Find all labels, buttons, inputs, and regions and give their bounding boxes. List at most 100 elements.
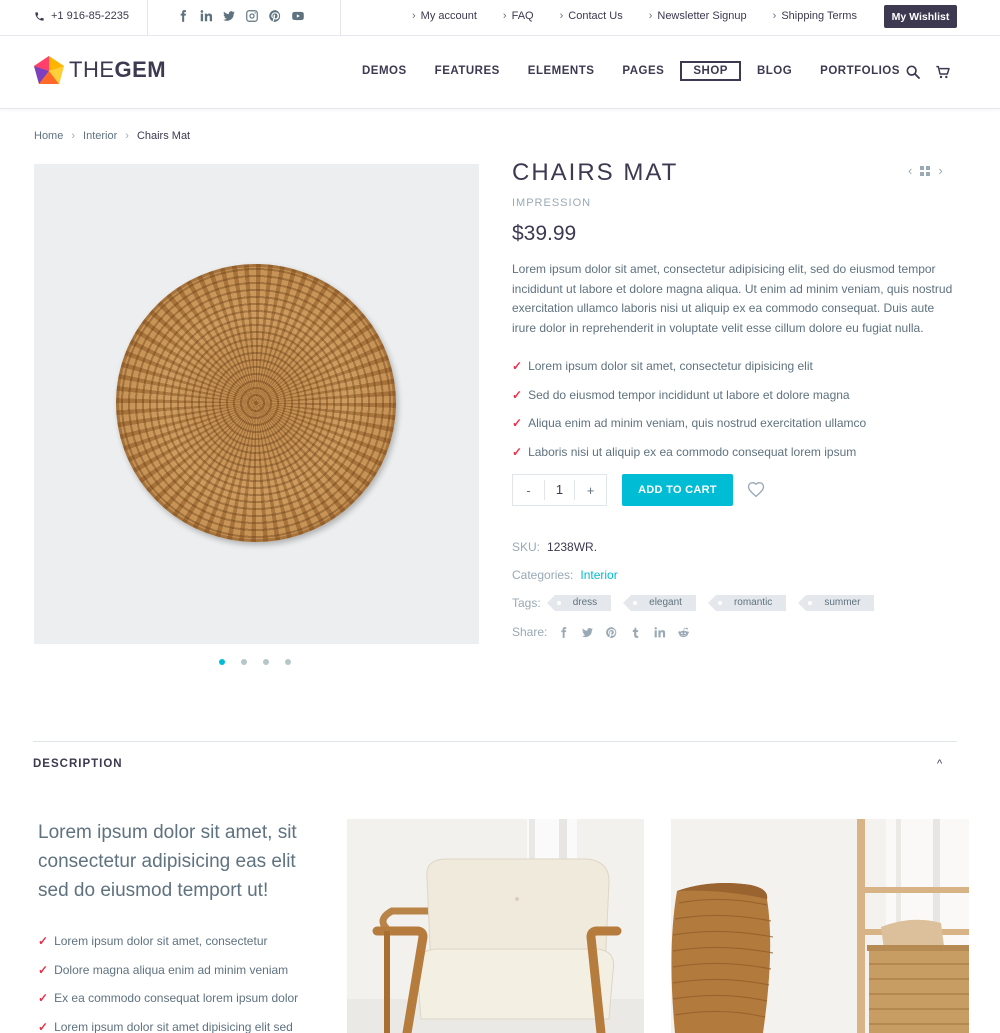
product-gallery[interactable] — [34, 164, 479, 644]
product-image-chairs-mat — [116, 264, 396, 542]
tag-dress[interactable]: dress — [546, 595, 612, 611]
check-icon: ✓ — [38, 934, 49, 949]
description-list: ✓ Lorem ipsum dolor sit amet, consectetur… — [38, 927, 298, 1033]
list-item: ✓ Sed do eiusmod tempor incididunt ut lab… — [512, 387, 850, 402]
logo-gem-icon — [34, 56, 64, 84]
facebook-icon[interactable] — [557, 626, 570, 639]
youtube-icon[interactable] — [291, 9, 305, 23]
check-icon: ✓ — [38, 991, 49, 1006]
main-nav: DEMOS FEATURES ELEMENTS PAGES SHOP BLOG … — [350, 61, 916, 81]
list-item: ✓ Dolore magna aliqua enim ad minim venia… — [38, 962, 289, 977]
breadcrumb-interior[interactable]: Interior — [83, 130, 117, 142]
reddit-icon[interactable] — [677, 626, 690, 639]
sku-label: SKU: — [512, 540, 541, 554]
chevron-right-icon: › — [502, 10, 507, 22]
sku-value: 1238WR. — [547, 540, 598, 554]
chevron-right-icon[interactable]: › — [938, 163, 942, 178]
description-image-armchair — [347, 819, 644, 1033]
check-icon: ✓ — [38, 1019, 49, 1033]
chevron-up-icon[interactable]: ^ — [937, 758, 942, 770]
twitter-icon[interactable] — [581, 626, 594, 639]
list-item: ✓ Lorem ipsum dolor sit amet, consectetur… — [512, 359, 813, 374]
check-icon: ✓ — [512, 387, 523, 402]
category-link[interactable]: Interior — [580, 568, 617, 582]
list-item: ✓ Aliqua enim ad minim veniam, quis nostr… — [512, 416, 867, 431]
product-tags: Tags: dress elegant romantic summer — [512, 595, 875, 611]
gallery-pagination — [219, 659, 291, 665]
phone-contact[interactable]: +1 916-85-2235 — [34, 10, 129, 22]
phone-icon — [35, 11, 44, 21]
my-wishlist-button[interactable]: My Wishlist — [884, 5, 957, 28]
quantity-input[interactable]: 1 — [544, 480, 575, 500]
contact-us-link[interactable]: › Contact Us — [560, 10, 623, 22]
tumblr-icon[interactable] — [629, 626, 642, 639]
product-short-description: Lorem ipsum dolor sit amet, consectetur … — [512, 262, 953, 335]
gallery-dot[interactable] — [219, 659, 225, 665]
nav-blog[interactable]: BLOG — [745, 61, 804, 81]
tag-summer[interactable]: summer — [798, 595, 875, 611]
product-features-list: ✓ Lorem ipsum dolor sit amet, consectetur… — [512, 352, 866, 466]
chevron-left-icon[interactable]: ‹ — [908, 163, 912, 178]
quantity-minus-button[interactable]: - — [513, 483, 544, 498]
facebook-icon[interactable] — [176, 9, 190, 23]
twitter-icon[interactable] — [222, 9, 236, 23]
description-tab-heading[interactable]: DESCRIPTION — [33, 758, 123, 770]
nav-pages[interactable]: PAGES — [610, 61, 676, 81]
categories-label: Categories: — [512, 568, 574, 582]
grid-icon[interactable] — [920, 165, 931, 176]
list-item: ✓ Lorem ipsum dolor sit amet, consectetur — [38, 934, 268, 949]
chevron-right-icon: › — [772, 10, 777, 22]
share-icons — [557, 626, 690, 639]
linkedin-icon[interactable] — [199, 9, 213, 23]
description-lead: Lorem ipsum dolor sit amet, sit consecte… — [38, 822, 297, 901]
nav-elements[interactable]: ELEMENTS — [516, 61, 607, 81]
nav-shop[interactable]: SHOP — [680, 61, 741, 81]
check-icon: ✓ — [512, 444, 523, 459]
logo[interactable]: THEGEM — [33, 55, 166, 85]
product-price: $39.99 — [512, 222, 577, 245]
product-share: Share: — [512, 625, 690, 639]
topbar-links: › My account › FAQ › Contact Us › Newsletter… — [412, 10, 883, 22]
cart-icon[interactable] — [935, 64, 951, 80]
gallery-dot[interactable] — [241, 659, 247, 665]
check-icon: ✓ — [38, 962, 49, 977]
product-title: CHAIRS MAT — [512, 159, 679, 186]
site-header: THEGEM DEMOS FEATURES ELEMENTS PAGES SHO… — [0, 37, 1000, 109]
nav-demos[interactable]: DEMOS — [350, 61, 419, 81]
breadcrumb-home[interactable]: Home — [34, 130, 63, 142]
product-brand: IMPRESSION — [512, 197, 592, 209]
chevron-right-icon: › — [71, 130, 76, 142]
check-icon: ✓ — [512, 416, 523, 431]
section-divider — [33, 741, 957, 742]
chevron-right-icon: › — [125, 130, 129, 142]
tag-elegant[interactable]: elegant — [623, 595, 696, 611]
tag-romantic[interactable]: romantic — [707, 595, 787, 611]
check-icon: ✓ — [512, 359, 523, 374]
social-links — [176, 9, 305, 23]
pinterest-icon[interactable] — [268, 9, 282, 23]
my-account-link[interactable]: › My account — [412, 10, 477, 22]
description-image-wicker-basket — [671, 819, 969, 1033]
add-to-cart-button[interactable]: ADD TO CART — [622, 474, 733, 506]
newsletter-signup-link[interactable]: › Newsletter Signup — [649, 10, 747, 22]
heart-icon[interactable] — [747, 481, 765, 499]
shipping-terms-link[interactable]: › Shipping Terms — [773, 10, 857, 22]
topbar-divider — [340, 0, 341, 36]
tags-label: Tags: — [512, 596, 541, 610]
chevron-right-icon: › — [559, 10, 564, 22]
linkedin-icon[interactable] — [653, 626, 666, 639]
quantity-plus-button[interactable]: + — [575, 483, 606, 498]
nav-portfolios[interactable]: PORTFOLIOS — [808, 61, 912, 81]
product-categories: Categories: Interior — [512, 568, 618, 582]
nav-features[interactable]: FEATURES — [423, 61, 512, 81]
gallery-dot[interactable] — [285, 659, 291, 665]
pinterest-icon[interactable] — [605, 626, 618, 639]
search-icon[interactable] — [905, 64, 921, 80]
product-navigation: ‹ › — [908, 163, 943, 178]
list-item: ✓ Lorem ipsum dolor sit amet dipisicing e… — [38, 1019, 293, 1033]
quantity-stepper: - 1 + — [512, 474, 607, 506]
gallery-dot[interactable] — [263, 659, 269, 665]
top-bar: +1 916-85-2235 › My account › FAQ › Contact… — [0, 0, 1000, 36]
instagram-icon[interactable] — [245, 9, 259, 23]
faq-link[interactable]: › FAQ — [503, 10, 534, 22]
